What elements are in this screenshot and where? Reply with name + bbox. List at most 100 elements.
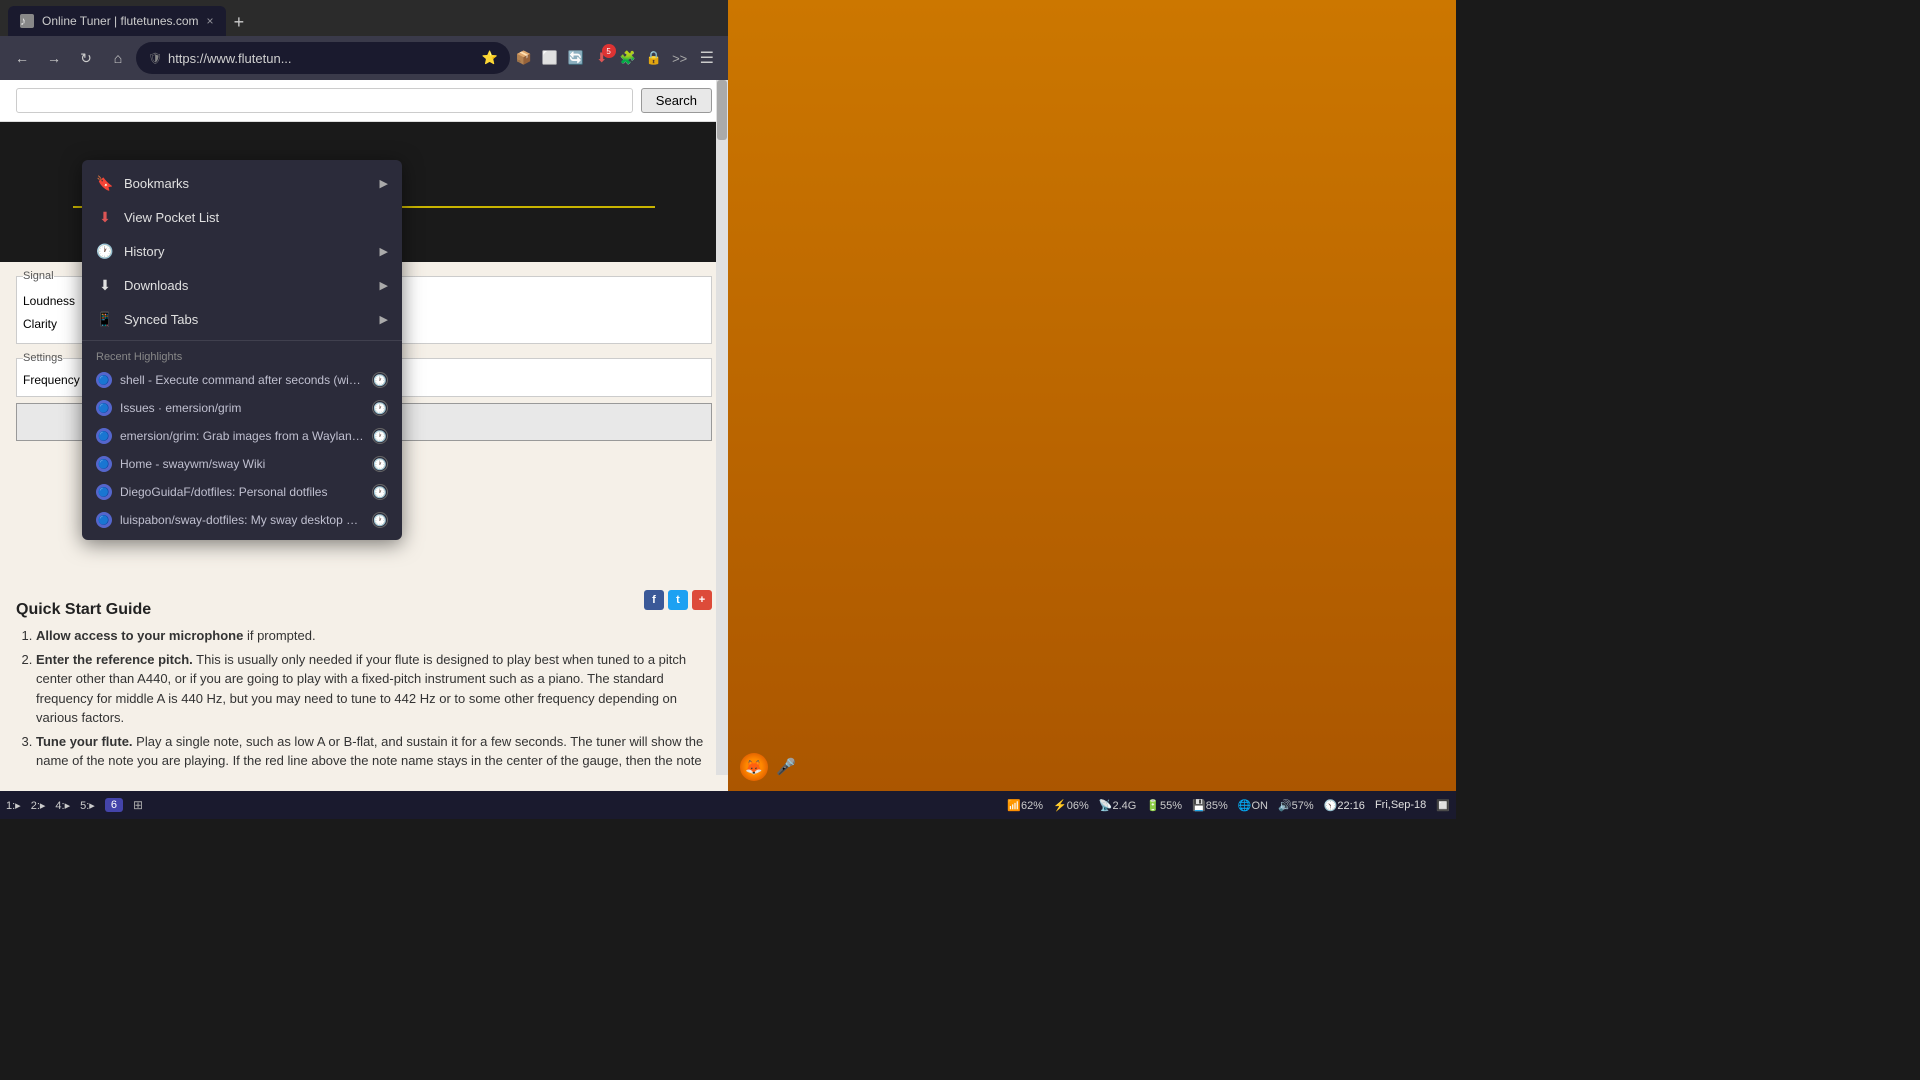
firefox-icon: 🦊 [740, 753, 768, 781]
taskbar-right: 📶62% ⚡06% 📡2.4G 🔋55% 💾85% 🌐ON 🔊57% 🕥22:1… [1007, 799, 1450, 812]
pocket-icon: ⬇ [96, 208, 114, 226]
history-label: History [124, 244, 370, 259]
vertical-scrollbar[interactable] [716, 80, 728, 775]
downloads-arrow-icon: ▶ [380, 279, 388, 292]
twitter-share-button[interactable]: t [668, 590, 688, 610]
tab-overview-icon[interactable]: ⬜ [540, 48, 560, 68]
menu-item-synced-tabs[interactable]: 📱 Synced Tabs ▶ [82, 302, 402, 336]
bookmark-star-icon[interactable]: ⭐ [481, 50, 497, 66]
synced-tabs-label: Synced Tabs [124, 312, 370, 327]
extensions-icon[interactable]: 🧩 [618, 48, 638, 68]
home-button[interactable]: ⌂ [104, 44, 132, 72]
overflow-icon[interactable]: >> [670, 48, 690, 68]
refresh-button[interactable]: ↻ [72, 44, 100, 72]
recent-item-1-text: Issues · emersion/grim [120, 401, 364, 415]
history-icon: 🕐 [96, 242, 114, 260]
recent-item-4-time: 🕐 [372, 484, 388, 500]
recent-item-3-icon: 🔵 [96, 456, 112, 472]
wifi-status: 📶62% [1007, 799, 1043, 812]
recent-item-2[interactable]: 🔵 emersion/grim: Grab images from a Wayl… [82, 422, 402, 450]
step-2: Enter the reference pitch. This is usual… [36, 650, 712, 728]
tab-close-button[interactable]: × [207, 14, 214, 28]
firefox-menu-button[interactable]: ☰ [694, 44, 720, 72]
taskbar-item-1[interactable]: 1:▸ [6, 799, 21, 812]
date: Fri,Sep-18 [1375, 799, 1426, 811]
recent-item-1-time: 🕐 [372, 400, 388, 416]
recent-item-0-time: 🕐 [372, 372, 388, 388]
recent-item-3-text: Home - swaywm/sway Wiki [120, 457, 364, 471]
recent-item-3[interactable]: 🔵 Home - swaywm/sway Wiki 🕐 [82, 450, 402, 478]
page-content: Search Signal Loudness Clarity [0, 80, 728, 819]
recent-item-5-icon: 🔵 [96, 512, 112, 528]
view-pocket-label: View Pocket List [124, 210, 388, 225]
plus-share-button[interactable]: + [692, 590, 712, 610]
recent-item-4-icon: 🔵 [96, 484, 112, 500]
site-search-bar: Search [0, 80, 728, 122]
volume-status: 🔊57% [1278, 799, 1314, 812]
container-icon[interactable]: 📦 [514, 48, 534, 68]
taskbar-item-4[interactable]: 4:▸ [55, 799, 70, 812]
step-3-rest: Play a single note, such as low A or B-f… [36, 734, 703, 776]
taskbar-item-5[interactable]: 5:▸ [80, 799, 95, 812]
clock: 🕥22:16 [1324, 799, 1365, 812]
active-tab[interactable]: ♪ Online Tuner | flutetunes.com × [8, 6, 226, 36]
floating-icons: 🦊 🎤 [740, 753, 796, 781]
taskbar-item-2[interactable]: 2:▸ [31, 799, 46, 812]
signal-legend: Signal [23, 270, 54, 282]
lock-icon: 🛡 [148, 52, 162, 65]
recent-item-0[interactable]: 🔵 shell - Execute command after seconds … [82, 366, 402, 394]
nav-icon-group: 📦 ⬜ 🔄 ⬇ 5 🧩 🔒 >> [514, 48, 690, 68]
settings-legend: Settings [23, 352, 63, 364]
new-tab-button[interactable]: + [228, 12, 251, 33]
clarity-label: Clarity [23, 317, 83, 331]
back-button[interactable]: ← [8, 44, 36, 72]
synced-tabs-icon: 📱 [96, 310, 114, 328]
taskbar-left: 1:▸ 2:▸ 4:▸ 5:▸ 6 ⊞ [6, 798, 143, 812]
menu-item-bookmarks[interactable]: 🔖 Bookmarks ▶ [82, 166, 402, 200]
downloads-label: Downloads [124, 278, 370, 293]
address-bar-container[interactable]: 🛡 ⭐ [136, 42, 510, 74]
forward-button[interactable]: → [40, 44, 68, 72]
history-arrow-icon: ▶ [380, 245, 388, 258]
facebook-share-button[interactable]: f [644, 590, 664, 610]
tab-bar: ♪ Online Tuner | flutetunes.com × + [0, 0, 728, 36]
tab-title: Online Tuner | flutetunes.com [42, 14, 199, 28]
site-search-button[interactable]: Search [641, 88, 712, 113]
workspace-icon[interactable]: ⊞ [133, 798, 143, 812]
synced-tabs-arrow-icon: ▶ [380, 313, 388, 326]
bookmarks-icon: 🔖 [96, 174, 114, 192]
navigation-bar: ← → ↻ ⌂ 🛡 ⭐ 📦 ⬜ 🔄 ⬇ 5 🧩 🔒 >> ☰ [0, 36, 728, 80]
recent-item-0-text: shell - Execute command after seconds (w… [120, 373, 364, 387]
recent-item-5[interactable]: 🔵 luispabon/sway-dotfiles: My sway deskt… [82, 506, 402, 534]
menu-item-downloads[interactable]: ⬇ Downloads ▶ [82, 268, 402, 302]
right-panel [728, 0, 1456, 819]
taskbar: 1:▸ 2:▸ 4:▸ 5:▸ 6 ⊞ 📶62% ⚡06% 📡2.4G 🔋55%… [0, 791, 1456, 819]
site-search-input[interactable] [16, 88, 633, 113]
content-body: Quick Start Guide f t + Allow access to … [0, 582, 728, 775]
terminal-icon[interactable]: 🔲 [1436, 799, 1450, 812]
downloads-icon: ⬇ [96, 276, 114, 294]
pocket-icon[interactable]: ⬇ 5 [592, 48, 612, 68]
step-1-bold: Allow access to your microphone [36, 628, 243, 643]
active-workspace-button[interactable]: 6 [105, 798, 123, 812]
share-icons: f t + [644, 590, 712, 610]
scrollbar-thumb[interactable] [717, 80, 727, 140]
recent-item-4-text: DiegoGuidaF/dotfiles: Personal dotfiles [120, 485, 364, 499]
menu-item-history[interactable]: 🕐 History ▶ [82, 234, 402, 268]
recent-highlights-label: Recent Highlights [82, 345, 402, 366]
recent-item-2-time: 🕐 [372, 428, 388, 444]
recent-item-1[interactable]: 🔵 Issues · emersion/grim 🕐 [82, 394, 402, 422]
recent-item-0-icon: 🔵 [96, 372, 112, 388]
quick-start-steps: Allow access to your microphone if promp… [16, 626, 712, 775]
browser-window: ♪ Online Tuner | flutetunes.com × + ← → … [0, 0, 728, 819]
recent-item-5-text: luispabon/sway-dotfiles: My sway desktop… [120, 513, 364, 527]
recent-item-4[interactable]: 🔵 DiegoGuidaF/dotfiles: Personal dotfile… [82, 478, 402, 506]
disk-status: 💾85% [1192, 799, 1228, 812]
shield-icon[interactable]: 🔒 [644, 48, 664, 68]
recent-item-2-icon: 🔵 [96, 428, 112, 444]
step-3: Tune your flute. Play a single note, suc… [36, 732, 712, 776]
step-2-bold: Enter the reference pitch. [36, 652, 193, 667]
sync-icon[interactable]: 🔄 [566, 48, 586, 68]
address-bar[interactable] [168, 51, 476, 66]
menu-item-pocket[interactable]: ⬇ View Pocket List [82, 200, 402, 234]
